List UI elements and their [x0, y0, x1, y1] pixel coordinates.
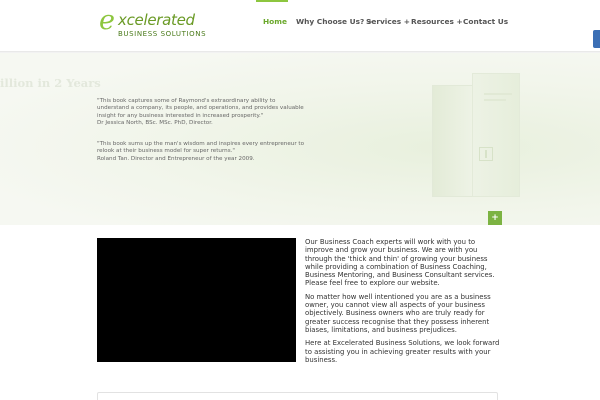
side-panel-tab[interactable]	[593, 30, 600, 48]
site-header: e xcelerated BUSINESS SOLUTIONS Home Why…	[0, 0, 600, 52]
testimonial-quote: "This book sums up the man's wisdom and …	[97, 141, 307, 163]
quote-text: "This book sums up the man's wisdom and …	[97, 141, 305, 155]
nav-item-label: Contact Us	[463, 17, 509, 26]
quote-author: Dr Jessica North, BSc. MSc. PhD, Directo…	[97, 119, 213, 126]
nav-item-label: Why Choose Us?	[296, 17, 365, 26]
slider-expand-button[interactable]: +	[488, 211, 502, 225]
bottom-content-box	[97, 392, 498, 400]
nav-item-contact-us[interactable]: Contact Us	[463, 17, 508, 26]
book-decoration	[484, 99, 506, 101]
quote-text: "This book captures some of Raymond's ex…	[97, 98, 304, 119]
nav-item-resources[interactable]: Resources +	[411, 17, 463, 26]
book-emblem-icon	[479, 147, 493, 161]
video-player[interactable]	[97, 238, 296, 362]
nav-item-label: Home	[263, 17, 287, 26]
logo-tagline: BUSINESS SOLUTIONS	[118, 30, 207, 38]
nav-item-home[interactable]: Home	[263, 17, 287, 26]
intro-paragraph: Here at Excelerated Business Solutions, …	[305, 339, 500, 364]
book-cover-image	[432, 73, 520, 203]
book-front	[472, 73, 520, 197]
submenu-plus-icon: +	[403, 17, 410, 26]
nav-item-services[interactable]: Services +	[366, 17, 410, 26]
nav-item-label: Services	[366, 17, 402, 26]
nav-item-why-choose-us[interactable]: Why Choose Us? +	[296, 17, 373, 26]
submenu-plus-icon: +	[456, 17, 463, 26]
intro-paragraph: No matter how well intentioned you are a…	[305, 292, 491, 334]
site-logo[interactable]: e xcelerated BUSINESS SOLUTIONS	[99, 5, 209, 40]
quote-author: Roland Tan. Director and Entrepreneur of…	[97, 155, 255, 162]
logo-letter: e	[99, 5, 115, 36]
nav-item-label: Resources	[411, 17, 454, 26]
logo-wordmark: xcelerated	[118, 11, 195, 29]
nav-active-indicator	[256, 0, 288, 2]
intro-text: Our Business Coach experts will work wit…	[305, 238, 503, 369]
book-decoration	[484, 93, 512, 95]
hero-slider: illion in 2 Years "This book captures so…	[0, 53, 600, 225]
hero-title: illion in 2 Years	[0, 76, 101, 90]
book-spine	[432, 85, 474, 197]
intro-paragraph: Our Business Coach experts will work wit…	[305, 238, 495, 288]
testimonial-quote: "This book captures some of Raymond's ex…	[97, 98, 307, 127]
